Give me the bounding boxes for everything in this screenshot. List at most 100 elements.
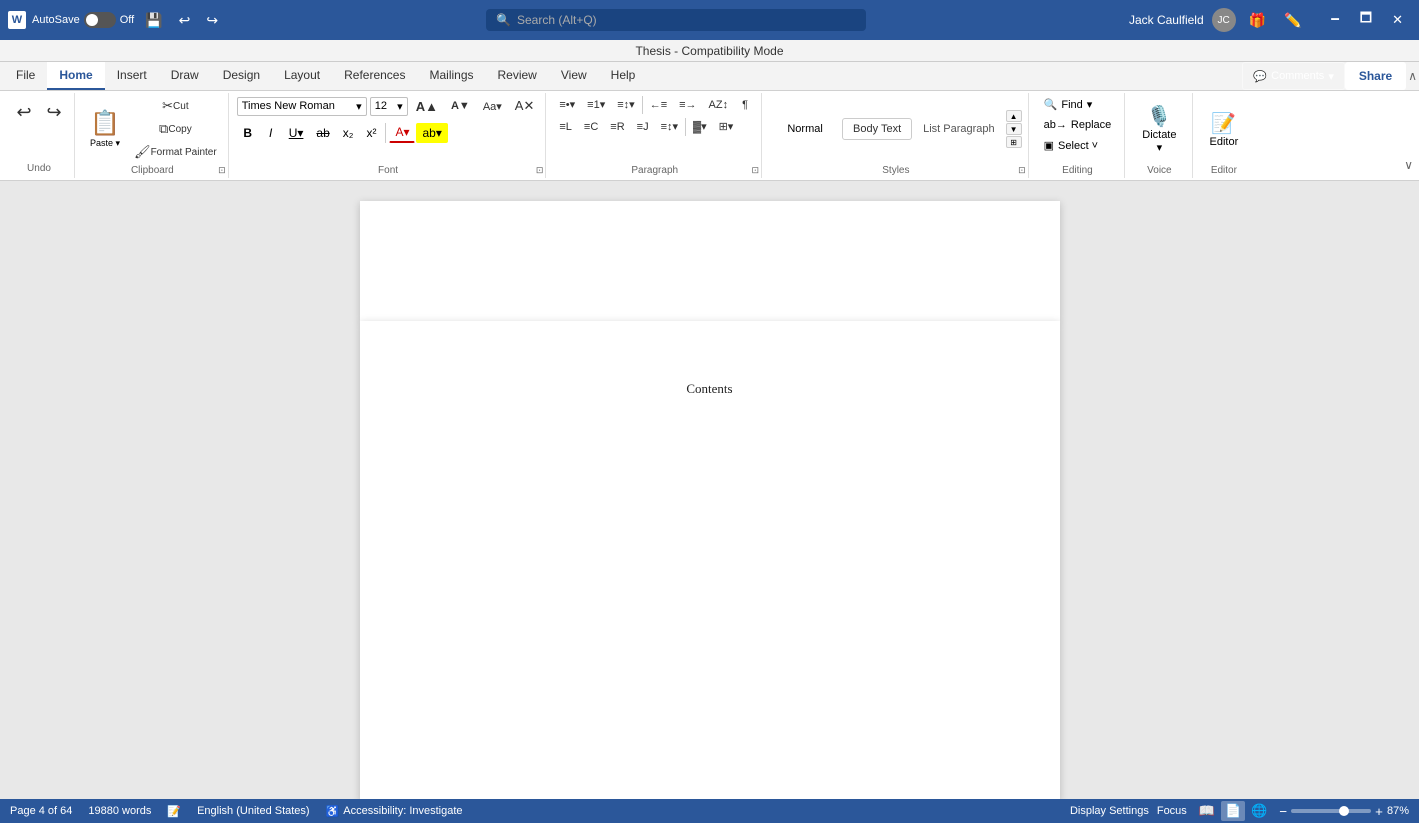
- strikethrough-button[interactable]: ab: [310, 123, 335, 143]
- sort-button[interactable]: AZ↕: [704, 96, 734, 114]
- highlight-button[interactable]: ab▾: [416, 123, 447, 143]
- paragraph-expand-icon[interactable]: ⊡: [752, 165, 760, 176]
- change-case-button[interactable]: Aa▾: [478, 97, 507, 116]
- replace-button[interactable]: ab→ Replace: [1037, 116, 1119, 134]
- zoom-slider[interactable]: [1291, 809, 1371, 813]
- redo-button[interactable]: ↪: [201, 9, 223, 32]
- tab-home[interactable]: Home: [47, 62, 104, 90]
- dictate-button[interactable]: 🎙️ Dictate ▾: [1133, 99, 1185, 159]
- font-expand-icon[interactable]: ⊡: [536, 165, 544, 176]
- tab-review[interactable]: Review: [486, 62, 549, 90]
- tab-mailings[interactable]: Mailings: [417, 62, 485, 90]
- editor-button[interactable]: 📝 Editor: [1201, 106, 1248, 153]
- style-body-text[interactable]: Body Text: [842, 118, 912, 140]
- line-spacing-button[interactable]: ≡↕▾: [656, 117, 683, 136]
- font-size-selector[interactable]: 12 ▾: [370, 97, 408, 116]
- superscript-button[interactable]: x²: [360, 123, 382, 143]
- styles-scroll-up[interactable]: ▲: [1006, 110, 1022, 122]
- undo-button[interactable]: ↩: [174, 9, 196, 32]
- increase-indent-button[interactable]: ≡→: [674, 96, 701, 114]
- font-name-selector[interactable]: Times New Roman ▾: [237, 97, 367, 116]
- decrease-indent-button[interactable]: ←≡: [645, 96, 672, 114]
- tab-design[interactable]: Design: [211, 62, 272, 90]
- clipboard-expand-icon[interactable]: ⊡: [218, 165, 226, 176]
- align-right-button[interactable]: ≡R: [605, 118, 629, 136]
- clear-formatting-button[interactable]: A✕: [510, 95, 540, 117]
- collapse-ribbon-button[interactable]: ∧: [1406, 62, 1419, 90]
- status-bar: Page 4 of 64 19880 words 📝 English (Unit…: [0, 799, 1419, 823]
- styles-gallery: Normal Body Text List Paragraph ▲ ▼ ⊞: [770, 110, 1022, 148]
- bold-button[interactable]: B: [237, 123, 259, 143]
- comments-button[interactable]: 💬 Comments ▾: [1242, 62, 1344, 90]
- bullet-list-button[interactable]: ≡•▾: [554, 95, 580, 114]
- editor-label: Editor: [1210, 136, 1239, 148]
- search-bar[interactable]: 🔍 Search (Alt+Q): [486, 9, 866, 31]
- read-mode-button[interactable]: 📖: [1195, 801, 1219, 821]
- borders-button[interactable]: ⊞▾: [714, 117, 739, 136]
- group-paragraph: ≡•▾ ≡1▾ ≡↕▾ ←≡ ≡→ AZ↕ ¶ ≡L ≡C ≡R ≡J ≡↕▾: [548, 93, 762, 178]
- status-bar-right: Display Settings Focus 📖 📄 🌐 − + 87%: [1070, 801, 1409, 821]
- font-grow-button[interactable]: A▲: [411, 96, 443, 117]
- paste-button[interactable]: 📋 Paste ▾: [83, 104, 127, 154]
- group-clipboard: 📋 Paste ▾ ✂ Cut ⧉ Copy 🖌 Format Painter …: [77, 93, 229, 178]
- find-button[interactable]: 🔍 Find ▾: [1037, 95, 1100, 114]
- font-color-button[interactable]: A▾: [389, 122, 415, 143]
- minimize-button[interactable]: 🗕: [1323, 7, 1348, 33]
- styles-scroll-down[interactable]: ▼: [1006, 123, 1022, 135]
- zoom-in-button[interactable]: +: [1375, 804, 1383, 819]
- word-count: 19880 words: [88, 805, 151, 817]
- tab-view[interactable]: View: [549, 62, 599, 90]
- comments-icon: 💬: [1253, 70, 1267, 83]
- display-settings-button[interactable]: Display Settings: [1070, 805, 1149, 817]
- focus-button[interactable]: Focus: [1157, 805, 1187, 817]
- subscript-button[interactable]: x₂: [337, 123, 360, 143]
- group-styles-label: Styles: [770, 165, 1022, 176]
- autosave-toggle[interactable]: AutoSave Off: [32, 12, 134, 28]
- autosave-label: AutoSave: [32, 14, 80, 26]
- multilevel-list-button[interactable]: ≡↕▾: [612, 95, 639, 114]
- shading-button[interactable]: ▓▾: [688, 117, 712, 136]
- numbered-list-button[interactable]: ≡1▾: [582, 95, 610, 114]
- style-normal[interactable]: Normal: [770, 118, 840, 140]
- copy-button[interactable]: ⧉ Copy: [129, 118, 222, 140]
- align-left-button[interactable]: ≡L: [554, 118, 577, 136]
- save-button[interactable]: 💾: [140, 9, 167, 32]
- tab-references[interactable]: References: [332, 62, 417, 90]
- tab-draw[interactable]: Draw: [159, 62, 211, 90]
- collapse-ribbon-button2[interactable]: ∨: [1402, 156, 1415, 174]
- accessibility-label: Accessibility: Investigate: [343, 805, 462, 817]
- italic-button[interactable]: I: [260, 123, 282, 143]
- justify-button[interactable]: ≡J: [632, 118, 654, 136]
- style-list-paragraph[interactable]: List Paragraph: [914, 118, 1004, 140]
- group-editor-label: Editor: [1201, 165, 1248, 176]
- styles-expand-icon[interactable]: ⊡: [1018, 165, 1026, 176]
- show-marks-button[interactable]: ¶: [735, 96, 755, 114]
- tab-help[interactable]: Help: [599, 62, 648, 90]
- styles-expand[interactable]: ⊞: [1006, 136, 1022, 148]
- align-center-button[interactable]: ≡C: [579, 118, 603, 136]
- accessibility-button[interactable]: ♿ Accessibility: Investigate: [326, 805, 463, 818]
- tab-layout[interactable]: Layout: [272, 62, 332, 90]
- ribbon-icon[interactable]: 🎁: [1244, 9, 1271, 32]
- select-button[interactable]: ▣ Select ˅: [1037, 136, 1105, 155]
- tab-file[interactable]: File: [4, 62, 47, 90]
- print-layout-button[interactable]: 📄: [1221, 801, 1245, 821]
- pen-icon[interactable]: ✏️: [1279, 9, 1306, 32]
- font-name-value: Times New Roman: [242, 100, 335, 112]
- font-shrink-button[interactable]: A▼: [446, 97, 475, 115]
- format-painter-button[interactable]: 🖌 Format Painter: [129, 141, 222, 163]
- share-button[interactable]: Share: [1345, 62, 1406, 90]
- autosave-switch[interactable]: [84, 12, 116, 28]
- spell-check-icon[interactable]: 📝: [167, 805, 181, 818]
- page-contents: Contents: [360, 321, 1060, 799]
- zoom-out-button[interactable]: −: [1279, 804, 1287, 819]
- tab-insert[interactable]: Insert: [105, 62, 159, 90]
- cut-button[interactable]: ✂ Cut: [129, 95, 222, 117]
- undo-button[interactable]: ↩: [10, 97, 38, 128]
- font-size-dropdown-icon: ▾: [397, 100, 403, 113]
- underline-button[interactable]: U▾: [283, 123, 310, 143]
- close-button[interactable]: ✕: [1384, 7, 1411, 33]
- redo-button[interactable]: ↪: [40, 97, 68, 128]
- web-layout-button[interactable]: 🌐: [1247, 801, 1271, 821]
- maximize-button[interactable]: 🗖: [1352, 7, 1380, 33]
